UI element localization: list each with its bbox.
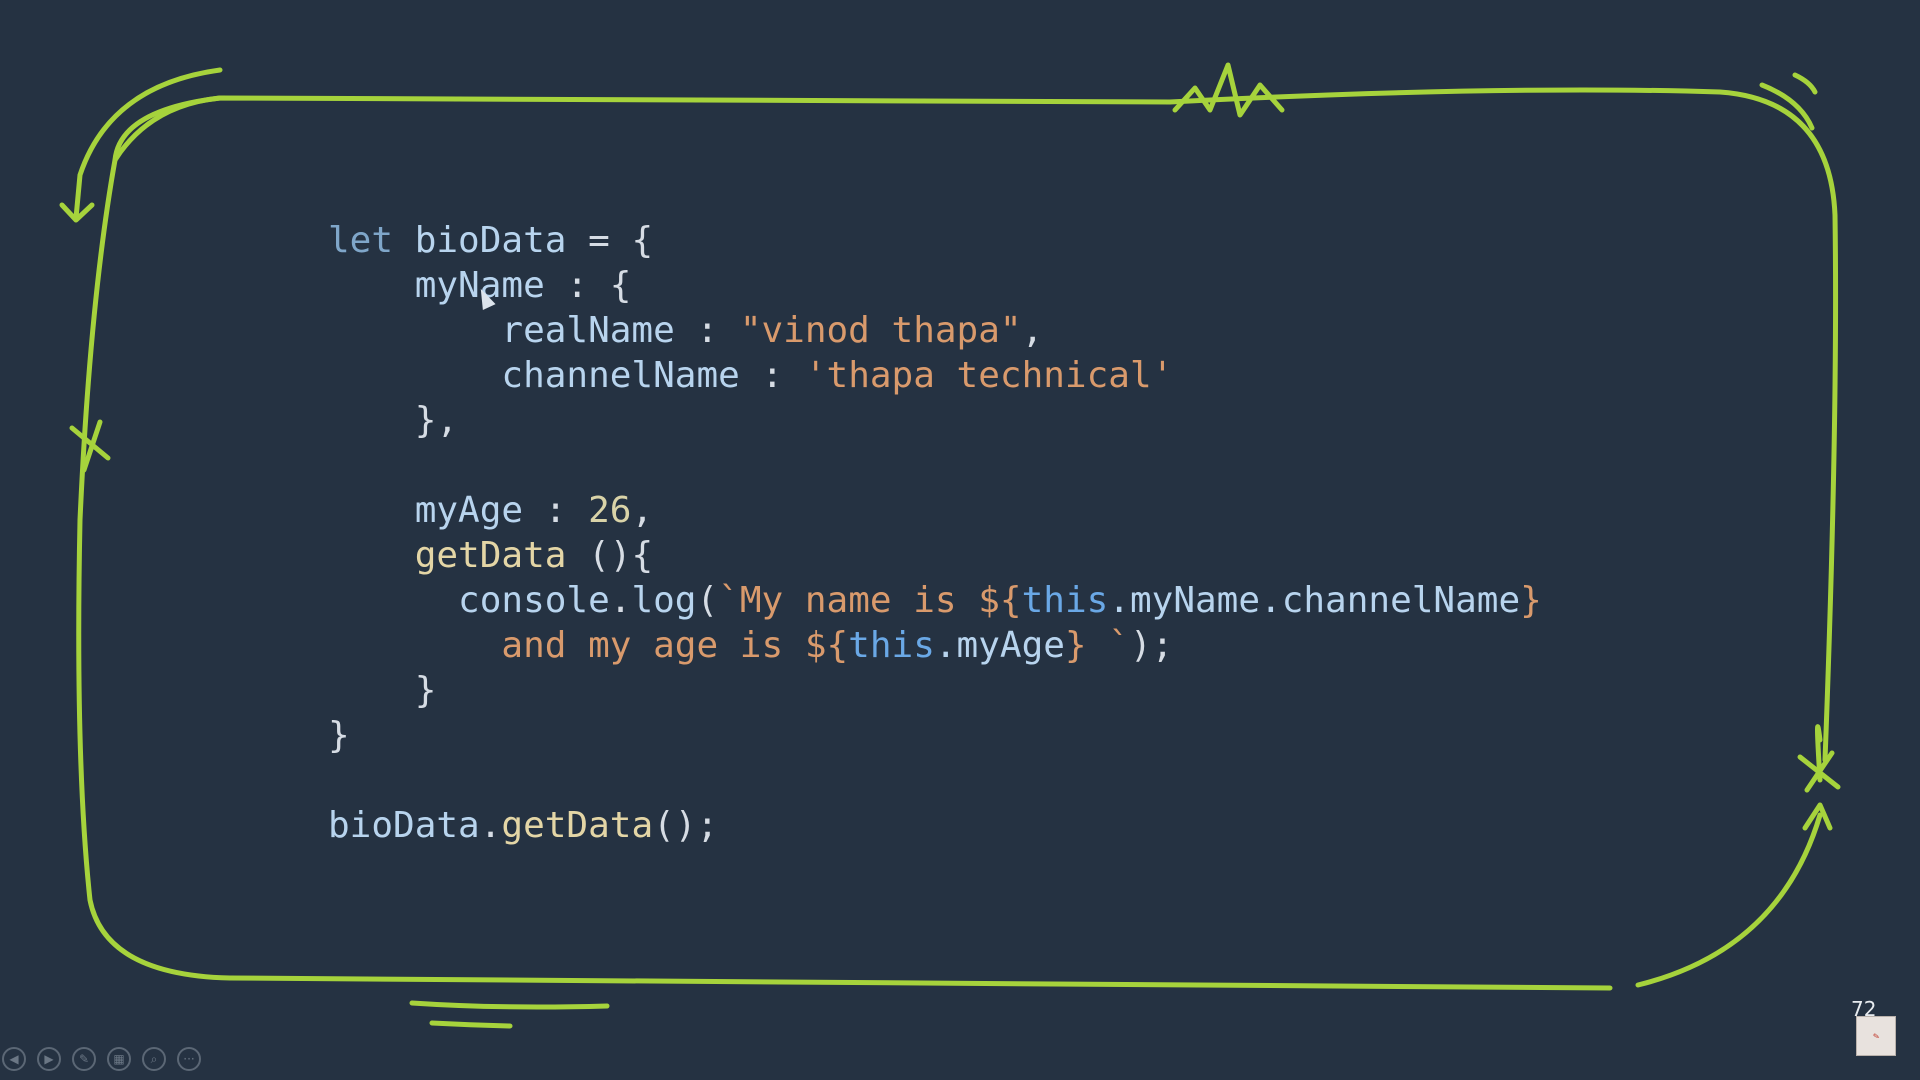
code-token: .myName.channelName: [1108, 580, 1521, 621]
code-token: ();: [653, 805, 719, 846]
code-line: },: [328, 398, 1542, 443]
code-token: myName: [328, 265, 545, 306]
code-token: realName: [328, 310, 675, 351]
code-line: and my age is ${this.myAge} `);: [328, 623, 1542, 668]
code-token: }: [328, 715, 350, 756]
code-token: .: [609, 580, 632, 621]
frame-bottom-right-arrow: [1635, 802, 1833, 988]
code-line: }: [328, 713, 1542, 758]
frame-left-cross: [69, 419, 111, 473]
code-token: getData: [328, 535, 567, 576]
frame-top-spike: [1172, 62, 1285, 118]
code-token: }: [1520, 580, 1542, 621]
code-token: (){: [566, 535, 654, 576]
code-token: channelName: [328, 355, 740, 396]
code-token: myAge: [328, 490, 524, 531]
code-token: getData: [501, 805, 654, 846]
code-token: );: [1129, 625, 1174, 666]
logo-mark: ✎: [1871, 1030, 1881, 1042]
code-block: let bioData = { myName : { realName : "v…: [328, 218, 1542, 848]
code-token: :: [523, 490, 589, 531]
frame-bottom-underline-1: [409, 1000, 610, 1010]
code-line: getData (){: [328, 533, 1542, 578]
channel-logo: ✎: [1856, 1016, 1896, 1056]
code-line: channelName : 'thapa technical': [328, 353, 1542, 398]
more-options-icon[interactable]: ···: [177, 1047, 201, 1071]
code-line: realName : "vinod thapa",: [328, 308, 1542, 353]
code-token: = {: [566, 220, 654, 261]
code-token: this: [1021, 580, 1109, 621]
code-token: `My name is ${: [718, 580, 1022, 621]
code-token: and my age is ${: [328, 625, 849, 666]
previous-slide-icon[interactable]: ◀: [2, 1047, 26, 1071]
next-slide-icon[interactable]: ▶: [37, 1047, 61, 1071]
code-token: :: [739, 355, 805, 396]
code-token: console: [328, 580, 610, 621]
code-token: .myAge: [934, 625, 1065, 666]
code-token: this: [848, 625, 935, 666]
code-line: console.log(`My name is ${this.myName.ch…: [328, 578, 1542, 623]
code-token: .: [479, 805, 502, 846]
code-line: }: [328, 668, 1542, 713]
code-line: bioData.getData();: [328, 803, 1542, 848]
code-token: } `: [1064, 625, 1130, 666]
code-line: myName : {: [328, 263, 1542, 308]
code-token: (: [696, 580, 719, 621]
code-token: ,: [631, 490, 654, 531]
code-line: myAge : 26,: [328, 488, 1542, 533]
code-token: let: [328, 220, 415, 261]
code-token: }: [328, 670, 437, 711]
pen-icon[interactable]: ✎: [72, 1047, 96, 1071]
zoom-icon[interactable]: ⌕: [142, 1047, 166, 1071]
frame-bottom-underline-2: [429, 1020, 513, 1029]
code-token: log: [631, 580, 697, 621]
code-token: },: [328, 400, 459, 441]
code-token: : {: [544, 265, 632, 306]
code-token: bioData: [414, 220, 567, 261]
code-token: ,: [1021, 310, 1044, 351]
code-token: 'thapa technical': [804, 355, 1174, 396]
frame-top-arrow: [59, 67, 223, 223]
slides-grid-icon[interactable]: ▦: [107, 1047, 131, 1071]
code-token: 26: [588, 490, 632, 531]
code-token: "vinod thapa": [739, 310, 1022, 351]
code-line: let bioData = {: [328, 218, 1542, 263]
code-token: bioData: [328, 805, 480, 846]
slide: let bioData = { myName : { realName : "v…: [0, 0, 1920, 1080]
code-token: :: [674, 310, 740, 351]
presentation-controls: ◀ ▶ ✎ ▦ ⌕ ···: [2, 1047, 201, 1071]
